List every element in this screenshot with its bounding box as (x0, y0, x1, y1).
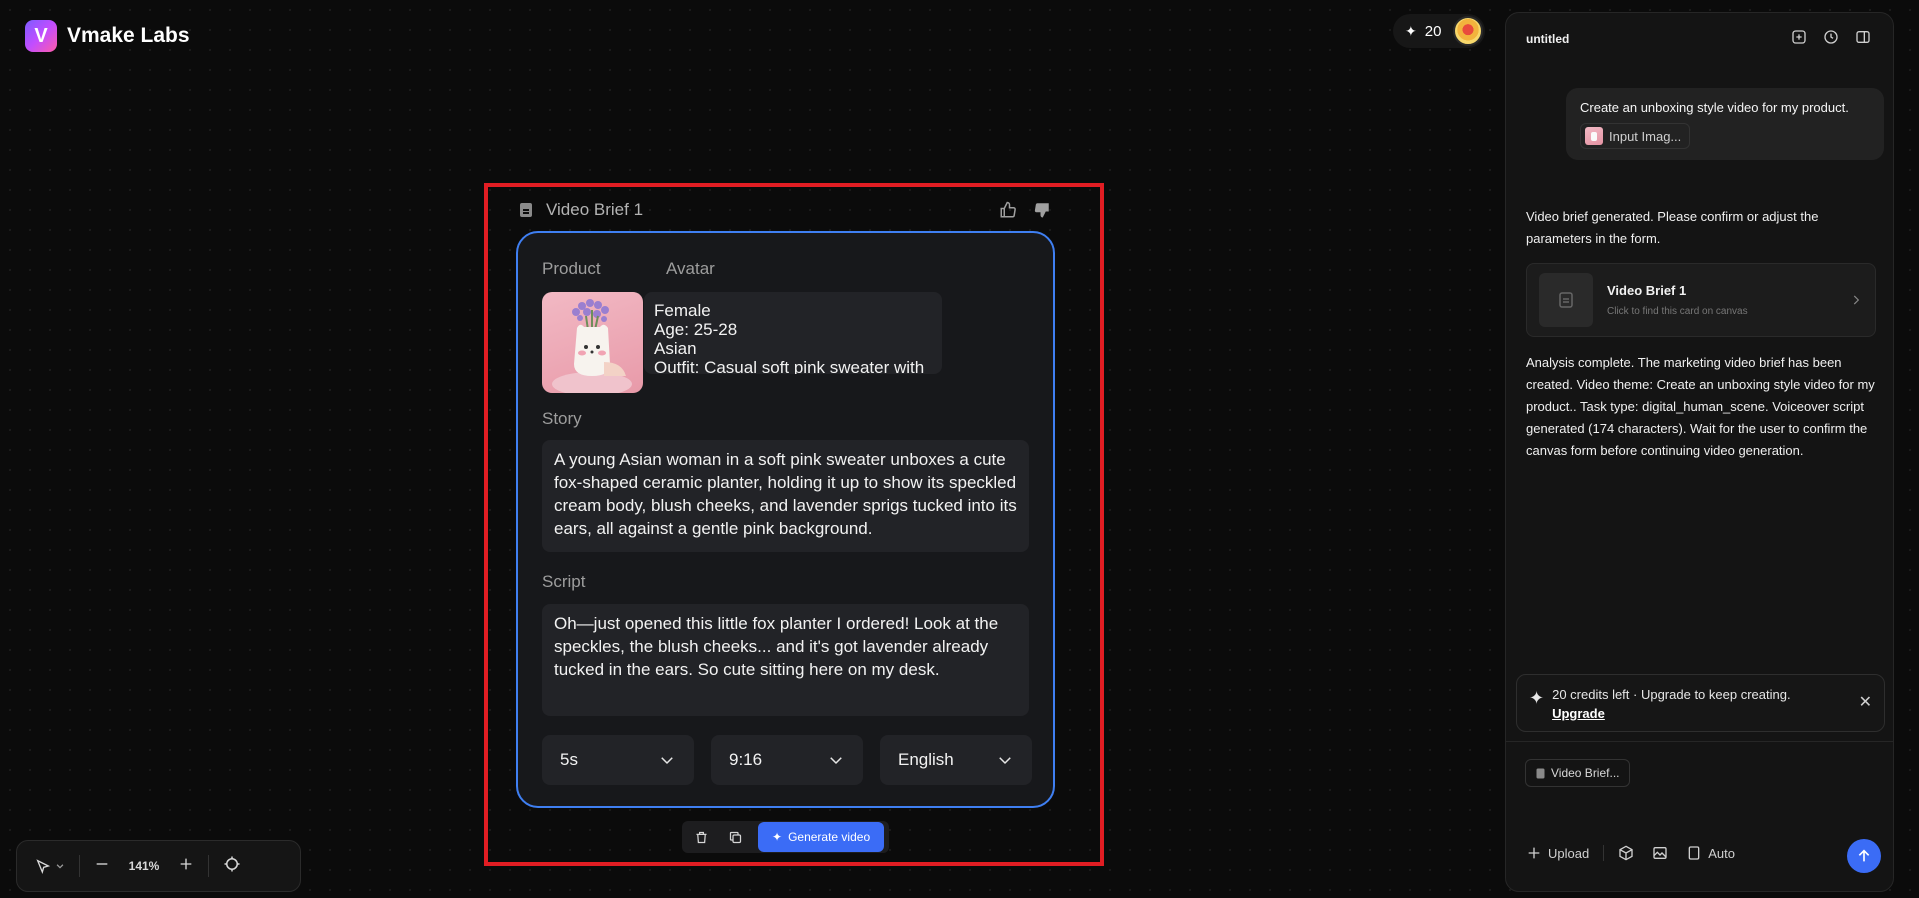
plus-icon (1528, 847, 1540, 859)
delete-button[interactable] (686, 823, 716, 851)
document-icon (520, 203, 532, 217)
cursor-icon (36, 859, 51, 874)
sparkle-icon: ✦ (1405, 22, 1417, 39)
script-textarea[interactable]: Oh—just opened this little fox planter I… (542, 604, 1029, 716)
script-label: Script (542, 572, 586, 591)
generate-video-label: Generate video (788, 830, 871, 844)
history-icon[interactable] (1823, 29, 1839, 45)
image-icon (1653, 847, 1667, 859)
zoom-out-button[interactable] (94, 856, 110, 877)
assistant-message-1: Video brief generated. Please confirm or… (1526, 209, 1819, 246)
vmake-logo-icon: V (25, 20, 57, 52)
thumbs-up-icon[interactable] (998, 200, 1018, 220)
zoom-toolbar: 141% (16, 840, 301, 892)
cube-icon (1619, 845, 1633, 861)
upgrade-link[interactable]: Upgrade (1552, 704, 1790, 723)
crosshair-icon (224, 856, 240, 871)
document-icon (1539, 273, 1593, 327)
avatar-description[interactable]: Female Age: 25-28 Asian Outfit: Casual s… (644, 292, 942, 374)
user-avatar[interactable] (1453, 16, 1483, 46)
pointer-tool-button[interactable] (35, 858, 65, 874)
image-mode-button[interactable] (1652, 845, 1668, 861)
sidebar-toggle-icon[interactable] (1855, 29, 1871, 45)
copy-icon (729, 831, 741, 843)
document-icon (1536, 768, 1545, 778)
language-value: English (898, 750, 954, 769)
upgrade-banner: ✦ 20 credits left · Upgrade to keep crea… (1516, 674, 1885, 732)
close-icon[interactable]: ✕ (1859, 693, 1872, 712)
chevron-down-icon (999, 757, 1011, 765)
file-icon (1688, 846, 1700, 860)
avatar-ethnicity: Asian (654, 339, 697, 358)
input-image-chip[interactable]: Input Imag... (1580, 123, 1691, 149)
duration-select[interactable]: 5s (542, 735, 694, 785)
credits-count: 20 (1424, 22, 1442, 40)
trash-icon (696, 831, 706, 843)
upgrade-text: 20 credits left · Upgrade to keep creati… (1552, 687, 1791, 702)
story-label: Story (542, 409, 582, 428)
duration-value: 5s (560, 750, 578, 769)
video-brief-card[interactable]: Product Avatar Female Age: 25-28 Asian O… (516, 231, 1055, 808)
generate-video-button[interactable]: ✦ Generate video (758, 822, 885, 852)
zoom-level: 141% (128, 859, 160, 873)
user-message: Create an unboxing style video for my pr… (1566, 88, 1884, 160)
language-select[interactable]: English (880, 735, 1032, 785)
zoom-in-button[interactable] (178, 856, 194, 877)
new-chat-icon[interactable] (1791, 29, 1807, 45)
auto-mode-button[interactable]: Auto (1686, 845, 1735, 861)
aspect-ratio-value: 9:16 (729, 750, 763, 769)
auto-mode-label: Auto (1708, 845, 1735, 861)
plus-icon (180, 858, 192, 869)
brief-reference-subtitle: Click to find this card on canvas (1607, 306, 1748, 317)
brief-reference-title: Video Brief 1 (1607, 283, 1687, 298)
arrow-up-icon (1858, 849, 1870, 862)
panel-title: untitled (1526, 32, 1570, 46)
send-button[interactable] (1847, 839, 1881, 873)
credits-pill[interactable]: ✦ 20 (1393, 14, 1485, 48)
chevron-down-icon (56, 864, 64, 869)
3d-model-button[interactable] (1618, 845, 1634, 861)
product-label: Product (542, 259, 601, 278)
chevron-right-icon (1853, 295, 1860, 305)
avatar-age: Age: 25-28 (654, 320, 738, 339)
chevron-down-icon (661, 757, 673, 765)
avatar-gender: Female (654, 301, 711, 320)
minus-icon (96, 862, 108, 865)
chevron-down-icon (830, 757, 842, 765)
input-image-thumbnail (1585, 127, 1603, 145)
fit-view-button[interactable] (223, 855, 241, 878)
app-logo[interactable]: V Vmake Labs (25, 20, 190, 52)
avatar-outfit: Outfit: Casual soft pink sweater with li… (654, 358, 925, 374)
assistant-message-2: Analysis complete. The marketing video b… (1526, 355, 1875, 458)
product-image[interactable] (542, 292, 643, 393)
upload-button[interactable]: Upload (1526, 845, 1589, 861)
sparkle-icon: ✦ (772, 830, 783, 844)
chat-panel: untitled Create an unboxing style video … (1505, 12, 1894, 892)
upload-label: Upload (1548, 845, 1590, 861)
avatar-label: Avatar (666, 259, 715, 278)
aspect-ratio-select[interactable]: 9:16 (711, 735, 863, 785)
card-header: Video Brief 1 (520, 198, 1052, 222)
thumbs-down-icon[interactable] (1032, 200, 1052, 220)
app-name: Vmake Labs (67, 24, 190, 47)
input-image-label: Input Imag... (1609, 128, 1682, 144)
duplicate-button[interactable] (720, 823, 750, 851)
card-title: Video Brief 1 (546, 200, 644, 219)
card-action-bar: ✦ Generate video (682, 821, 889, 853)
video-brief-chip-label: Video Brief... (1551, 766, 1620, 780)
story-textarea[interactable]: A young Asian woman in a soft pink sweat… (542, 440, 1029, 552)
brief-reference-card[interactable]: Video Brief 1 Click to find this card on… (1526, 263, 1876, 337)
sparkle-icon: ✦ (1529, 688, 1545, 708)
video-brief-chip[interactable]: Video Brief... (1525, 759, 1631, 787)
user-message-text: Create an unboxing style video for my pr… (1580, 100, 1849, 115)
